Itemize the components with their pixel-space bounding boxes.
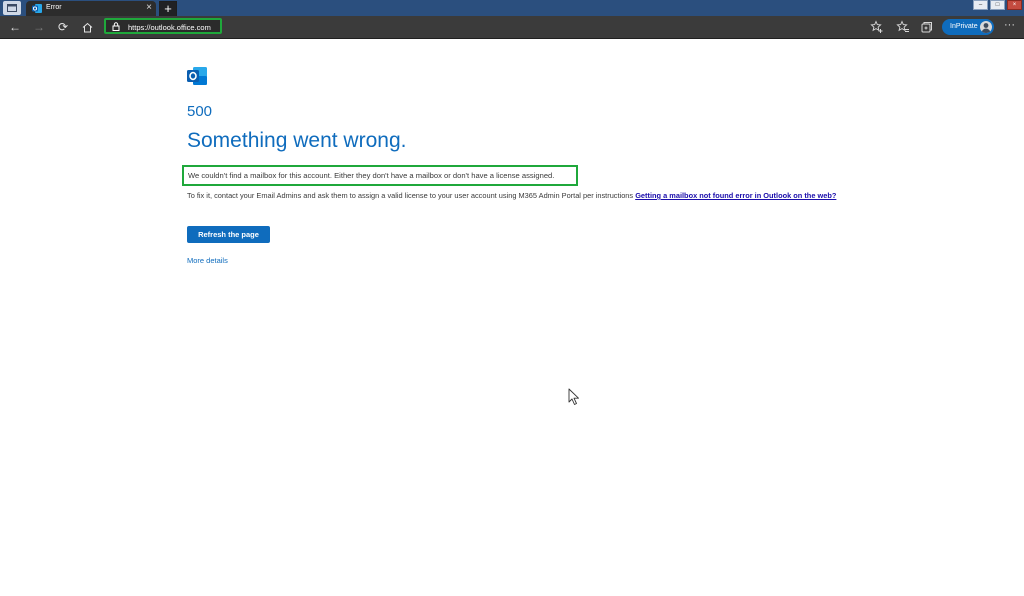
outlook-logo-icon — [187, 67, 207, 85]
back-icon[interactable]: ← — [7, 19, 23, 35]
outlook-favicon — [32, 4, 42, 13]
maximize-icon[interactable]: □ — [990, 0, 1005, 10]
window-controls: – □ × — [973, 0, 1022, 10]
home-icon[interactable] — [79, 19, 95, 35]
tab-strip: Error × + – □ × — [0, 0, 1024, 17]
tab-title: Error — [46, 4, 62, 11]
avatar — [980, 21, 992, 33]
window-close-icon[interactable]: × — [1007, 0, 1022, 10]
minimize-icon[interactable]: – — [973, 0, 988, 10]
forward-icon[interactable]: → — [31, 19, 47, 35]
address-bar[interactable]: https://outlook.office.com — [104, 18, 222, 34]
refresh-page-button[interactable]: Refresh the page — [187, 226, 270, 243]
close-icon[interactable]: × — [146, 2, 152, 13]
add-favorite-icon[interactable] — [870, 20, 884, 34]
url-text: https://outlook.office.com — [128, 23, 211, 32]
error-code: 500 — [187, 103, 213, 120]
browser-tab[interactable]: Error × — [26, 1, 156, 16]
tab-actions-icon[interactable] — [3, 1, 21, 15]
more-details-link[interactable]: More details — [187, 256, 228, 265]
error-message: We couldn't find a mailbox for this acco… — [188, 171, 555, 180]
help-link[interactable]: Getting a mailbox not found error in Out… — [635, 191, 836, 200]
more-icon[interactable]: ··· — [1004, 19, 1015, 31]
lock-icon[interactable] — [112, 22, 120, 31]
collections-icon[interactable] — [920, 20, 934, 34]
mouse-cursor-icon — [568, 388, 580, 406]
refresh-icon[interactable]: ⟳ — [55, 19, 71, 35]
page-title: Something went wrong. — [187, 129, 407, 152]
inprivate-label: InPrivate — [950, 23, 978, 30]
browser-toolbar: ← → ⟳ https://outlook.office.com InPriva… — [0, 16, 1024, 39]
error-message-highlight: We couldn't find a mailbox for this acco… — [182, 165, 578, 186]
fix-text: To fix it, contact your Email Admins and… — [187, 191, 634, 200]
fix-instructions: To fix it, contact your Email Admins and… — [187, 191, 836, 200]
inprivate-button[interactable]: InPrivate — [942, 19, 994, 35]
new-tab-icon[interactable]: + — [159, 1, 177, 17]
favorites-icon[interactable] — [896, 20, 910, 34]
